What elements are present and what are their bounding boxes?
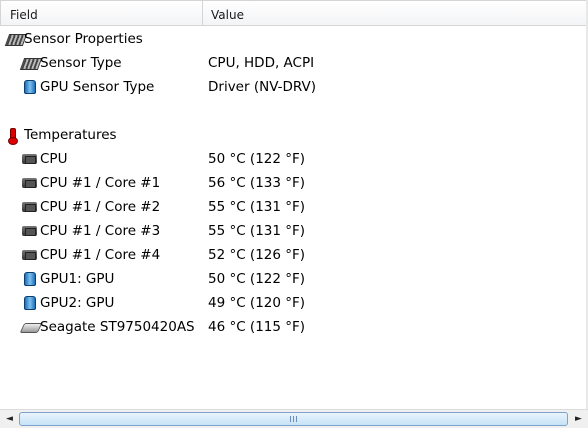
row-value: 55 °C (131 °F) — [208, 199, 306, 215]
row-label: GPU Sensor Type — [40, 79, 155, 95]
scroll-left-icon[interactable]: ◄ — [1, 411, 18, 427]
row-value: 52 °C (126 °F) — [208, 247, 306, 263]
row-value: 55 °C (131 °F) — [208, 223, 306, 239]
group-sensor-properties[interactable]: Sensor Properties — [0, 27, 586, 51]
row-label: GPU1: GPU — [40, 271, 115, 287]
list-item[interactable]: CPU #1 / Core #3 55 °C (131 °F) — [0, 219, 586, 243]
list-item[interactable]: GPU Sensor Type Driver (NV-DRV) — [0, 75, 586, 99]
row-label: CPU — [40, 151, 68, 167]
hdd-icon — [19, 320, 43, 334]
cpu-icon — [22, 200, 38, 214]
sensor-icon — [19, 56, 43, 70]
list-item[interactable]: CPU #1 / Core #1 56 °C (133 °F) — [0, 171, 586, 195]
gpu-icon — [22, 272, 38, 286]
row-value: CPU, HDD, ACPI — [208, 55, 315, 71]
cpu-icon — [22, 176, 38, 190]
row-label: Sensor Properties — [24, 31, 143, 47]
group-temperatures[interactable]: Temperatures — [0, 123, 586, 147]
list-item[interactable]: CPU 50 °C (122 °F) — [0, 147, 586, 171]
field-column-header[interactable]: Field — [1, 1, 203, 26]
row-value: 50 °C (122 °F) — [208, 151, 306, 167]
row-label: CPU #1 / Core #1 — [40, 175, 161, 191]
row-label: Temperatures — [24, 127, 117, 143]
cpu-icon — [22, 248, 38, 262]
gpu-icon — [22, 296, 38, 310]
row-value: 49 °C (120 °F) — [208, 295, 306, 311]
row-value: 50 °C (122 °F) — [208, 271, 306, 287]
list-item[interactable]: GPU2: GPU 49 °C (120 °F) — [0, 291, 586, 315]
row-value: Driver (NV-DRV) — [208, 79, 317, 95]
cpu-icon — [22, 152, 38, 166]
list-item[interactable]: CPU #1 / Core #2 55 °C (131 °F) — [0, 195, 586, 219]
row-label: GPU2: GPU — [40, 295, 115, 311]
row-label: Seagate ST9750420AS — [40, 319, 195, 335]
scroll-right-icon[interactable]: ► — [570, 411, 587, 427]
column-header: Field Value — [0, 0, 586, 26]
row-value: 46 °C (115 °F) — [208, 319, 306, 335]
cpu-icon — [22, 224, 38, 238]
list-item[interactable]: Seagate ST9750420AS 46 °C (115 °F) — [0, 315, 586, 339]
horizontal-scrollbar[interactable]: ◄ ► — [0, 409, 588, 428]
gpu-icon — [22, 80, 38, 94]
row-value: 56 °C (133 °F) — [208, 175, 306, 191]
grip-icon — [289, 416, 298, 422]
row-label: CPU #1 / Core #3 — [40, 223, 161, 239]
row-label: CPU #1 / Core #2 — [40, 199, 161, 215]
row-label: CPU #1 / Core #4 — [40, 247, 161, 263]
chip-sensor-icon — [4, 32, 28, 46]
list-item[interactable]: CPU #1 / Core #4 52 °C (126 °F) — [0, 243, 586, 267]
value-column-header[interactable]: Value — [203, 1, 587, 26]
row-label: Sensor Type — [40, 55, 122, 71]
thermometer-icon — [7, 128, 23, 145]
list-item[interactable]: GPU1: GPU 50 °C (122 °F) — [0, 267, 586, 291]
list-item[interactable]: Sensor Type CPU, HDD, ACPI — [0, 51, 586, 75]
scrollbar-thumb[interactable] — [19, 412, 568, 426]
